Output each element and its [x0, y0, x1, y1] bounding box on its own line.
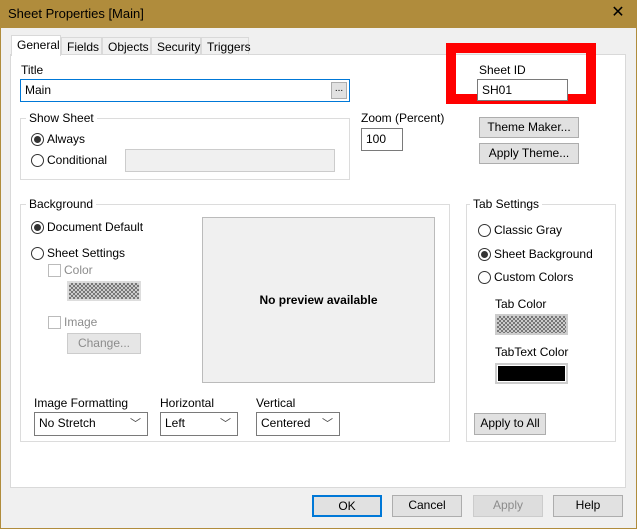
tab-security[interactable]: Security: [151, 37, 201, 55]
tabtext-color-label: TabText Color: [495, 345, 569, 359]
image-formatting-label: Image Formatting: [34, 396, 129, 410]
tab-color-swatch[interactable]: [495, 314, 568, 335]
zoom-input[interactable]: 100: [361, 128, 403, 151]
chevron-down-icon: ﹀: [130, 418, 141, 430]
title-label: Title: [21, 63, 44, 77]
image-label: Image: [64, 315, 98, 329]
custom-colors-radio[interactable]: [478, 271, 491, 284]
custom-colors-label: Custom Colors: [494, 270, 574, 284]
sheet-background-radio[interactable]: [478, 248, 491, 261]
sheet-background-label: Sheet Background: [494, 247, 593, 261]
conditional-input[interactable]: [125, 149, 335, 172]
vertical-label: Vertical: [256, 396, 296, 410]
tabtext-color-swatch[interactable]: [495, 363, 568, 384]
chevron-down-icon: ﹀: [322, 418, 333, 430]
sheet-id-label: Sheet ID: [479, 63, 526, 77]
cancel-button[interactable]: Cancel: [392, 495, 462, 517]
always-label: Always: [47, 132, 86, 146]
always-radio[interactable]: [31, 133, 44, 146]
sheet-settings-radio[interactable]: [31, 247, 44, 260]
close-icon[interactable]: ✕: [606, 4, 630, 24]
image-formatting-value: No Stretch: [39, 416, 96, 430]
image-checkbox[interactable]: [48, 316, 61, 329]
sheet-id-input[interactable]: SH01: [477, 79, 568, 101]
tab-triggers[interactable]: Triggers: [201, 37, 251, 55]
sheet-settings-label: Sheet Settings: [47, 246, 126, 260]
zoom-label: Zoom (Percent): [361, 111, 445, 125]
conditional-label: Conditional: [47, 153, 108, 167]
title-bar: Sheet Properties [Main] ✕: [0, 0, 637, 28]
show-sheet-label: Show Sheet: [26, 111, 97, 125]
document-default-label: Document Default: [47, 220, 144, 234]
window-title: Sheet Properties [Main]: [8, 6, 144, 21]
image-formatting-select[interactable]: No Stretch ﹀: [34, 412, 148, 436]
document-default-radio[interactable]: [31, 221, 44, 234]
help-button[interactable]: Help: [553, 495, 623, 517]
preview-area: No preview available: [202, 217, 435, 383]
apply-theme-button[interactable]: Apply Theme...: [479, 143, 579, 164]
background-label: Background: [26, 197, 97, 211]
vertical-value: Centered: [261, 416, 311, 430]
horizontal-value: Left: [165, 416, 186, 430]
title-expression-button[interactable]: ...: [331, 82, 347, 99]
title-input[interactable]: Main: [20, 79, 350, 102]
horizontal-select[interactable]: Left ﹀: [160, 412, 238, 436]
vertical-select[interactable]: Centered ﹀: [256, 412, 340, 436]
horizontal-label: Horizontal: [160, 396, 215, 410]
theme-maker-button[interactable]: Theme Maker...: [479, 117, 579, 138]
apply-button[interactable]: Apply: [473, 495, 543, 517]
tab-objects[interactable]: Objects: [102, 37, 151, 55]
classic-gray-radio[interactable]: [478, 224, 491, 237]
tab-settings-label: Tab Settings: [470, 197, 543, 211]
tab-color-label: Tab Color: [495, 297, 547, 311]
ok-button[interactable]: OK: [312, 495, 382, 517]
apply-to-all-button[interactable]: Apply to All: [474, 413, 546, 435]
color-checkbox[interactable]: [48, 264, 61, 277]
background-color-swatch[interactable]: [67, 281, 141, 301]
change-image-button[interactable]: Change...: [67, 333, 141, 354]
tab-general[interactable]: General: [11, 35, 61, 56]
classic-gray-label: Classic Gray: [494, 223, 563, 237]
color-label: Color: [64, 263, 93, 277]
chevron-down-icon: ﹀: [220, 418, 231, 430]
title-value: Main: [25, 83, 52, 97]
conditional-radio[interactable]: [31, 154, 44, 167]
tab-fields[interactable]: Fields: [61, 37, 102, 55]
